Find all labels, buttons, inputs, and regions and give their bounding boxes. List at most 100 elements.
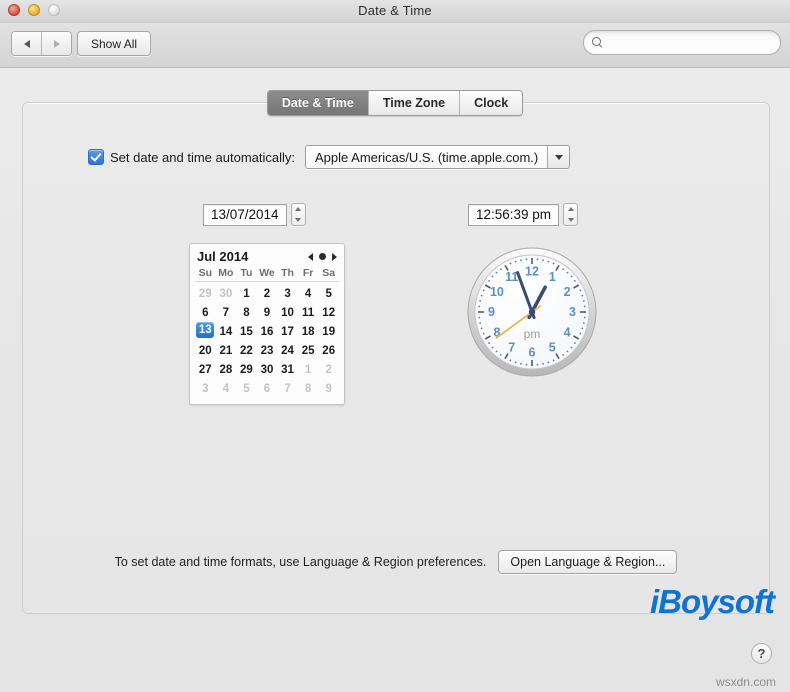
calendar-day[interactable]: 20 (195, 341, 216, 360)
analog-clock-face: 12 1234567891011pm (467, 247, 597, 377)
date-input[interactable]: 13/07/2014 (203, 203, 287, 226)
clock-minute-dot (479, 300, 482, 302)
clock-numeral-9: 9 (488, 305, 495, 319)
calendar-day-headers: Su Mo Tu We Th Fr Sa (195, 267, 339, 282)
calendar-day[interactable]: 30 (257, 360, 278, 379)
calendar-day[interactable]: 1 (298, 360, 319, 379)
time-server-dropdown[interactable]: Apple Americas/U.S. (time.apple.com.) (305, 145, 571, 169)
show-all-button[interactable]: Show All (77, 31, 152, 56)
calendar-day[interactable]: 6 (257, 379, 278, 398)
forward-button[interactable] (41, 32, 71, 55)
calendar-day[interactable]: 10 (277, 303, 298, 322)
calendar-day[interactable]: 6 (195, 303, 216, 322)
tab-clock[interactable]: Clock (459, 91, 523, 115)
calendar-day[interactable]: 14 (216, 322, 237, 341)
time-input[interactable]: 12:56:39 pm (468, 203, 560, 226)
calendar-day[interactable]: 5 (236, 379, 257, 398)
set-automatically-label: Set date and time automatically: (110, 149, 295, 165)
calendar-day[interactable]: 23 (257, 341, 278, 360)
calendar-day[interactable]: 7 (216, 303, 237, 322)
clock-minute-dot (566, 350, 569, 353)
date-stepper[interactable] (290, 203, 306, 226)
clock-minute-dot (542, 259, 544, 262)
clock-minute-dot (520, 362, 522, 365)
calendar-day[interactable]: 1 (236, 284, 257, 303)
calendar-day-selected[interactable]: 13 (196, 322, 215, 338)
stepper-up-icon[interactable] (295, 207, 302, 212)
calendar-day[interactable]: 24 (277, 341, 298, 360)
stepper-down-icon[interactable] (567, 217, 574, 222)
triangle-right-icon (53, 39, 60, 48)
calendar-day-header: Fr (302, 267, 314, 279)
calendar-day[interactable]: 21 (216, 341, 237, 360)
calendar-day[interactable]: 22 (236, 341, 257, 360)
calendar-day[interactable]: 4 (216, 379, 237, 398)
time-stepper[interactable] (563, 203, 579, 226)
calendar-day[interactable]: 29 (195, 284, 216, 303)
clock-minute-dot (562, 353, 565, 356)
calendar-widget[interactable]: Jul 2014 Su Mo Tu We Th Fr Sa 29 30 1 2 3 4 5 6… (189, 243, 345, 405)
calendar-day[interactable]: 19 (318, 322, 339, 341)
clock-minute-dot (536, 363, 539, 366)
brand-watermark: iBoysoft (650, 583, 775, 620)
back-button[interactable] (12, 32, 41, 55)
clock-minute-dot (573, 342, 576, 345)
clock-minute-dot (482, 332, 485, 335)
clock-minute-dot (499, 353, 502, 356)
clock-minute-dot (478, 305, 481, 308)
calendar-day[interactable]: 5 (318, 284, 339, 303)
clock-minute-dot (536, 258, 539, 261)
stepper-up-icon[interactable] (567, 207, 574, 212)
calendar-day[interactable]: 3 (195, 379, 216, 398)
clock-minute-dot (509, 262, 512, 265)
window-title: Date & Time (358, 3, 432, 18)
calendar-day[interactable]: 15 (236, 322, 257, 341)
calendar-day[interactable]: 25 (298, 341, 319, 360)
stepper-down-icon[interactable] (295, 217, 302, 222)
calendar-day[interactable]: 17 (277, 322, 298, 341)
time-server-dropdown-button[interactable] (547, 146, 570, 168)
calendar-day[interactable]: 29 (236, 360, 257, 379)
search-field[interactable] (583, 30, 781, 55)
search-input[interactable] (608, 34, 762, 51)
clock-minute-dot (552, 262, 555, 265)
calendar-day[interactable]: 26 (318, 341, 339, 360)
calendar-day[interactable]: 8 (236, 303, 257, 322)
help-button[interactable]: ? (751, 643, 772, 664)
tab-date-time[interactable]: Date & Time (267, 91, 368, 115)
calendar-day[interactable]: 8 (298, 379, 319, 398)
calendar-day[interactable]: 2 (318, 360, 339, 379)
calendar-day[interactable]: 16 (257, 322, 278, 341)
calendar-day[interactable]: 18 (298, 322, 319, 341)
clock-minute-dot (579, 289, 582, 292)
calendar-day[interactable]: 27 (195, 360, 216, 379)
calendar-day[interactable]: 30 (216, 284, 237, 303)
calendar-day[interactable]: 7 (277, 379, 298, 398)
triangle-right-icon[interactable] (332, 252, 337, 261)
open-language-region-button[interactable]: Open Language & Region... (498, 550, 678, 574)
calendar-day[interactable]: 9 (257, 303, 278, 322)
date-time-preferences-window: Date & Time Show All Date & Time Time Zo… (0, 0, 790, 692)
clock-minute-dot (514, 260, 517, 263)
tab-time-zone[interactable]: Time Zone (367, 91, 460, 115)
format-note: To set date and time formats, use Langua… (114, 555, 487, 569)
clock-minute-dot (581, 294, 584, 297)
content-panel: Set date and time automatically: Apple A… (22, 102, 770, 614)
calendar-day[interactable]: 31 (277, 360, 298, 379)
clock-minute-dot (525, 258, 528, 261)
calendar-day[interactable]: 12 (318, 303, 339, 322)
calendar-day[interactable]: 9 (318, 379, 339, 398)
clock-numeral-3: 3 (569, 305, 576, 319)
calendar-day[interactable]: 3 (277, 284, 298, 303)
calendar-day[interactable]: 4 (298, 284, 319, 303)
calendar-day-header: Th (281, 267, 294, 279)
clock-numeral-6: 6 (529, 346, 536, 360)
clock-numeral-10: 10 (490, 285, 504, 299)
calendar-day[interactable]: 2 (257, 284, 278, 303)
triangle-left-icon[interactable] (308, 252, 313, 261)
calendar-day-header: Tu (240, 267, 253, 279)
calendar-day[interactable]: 28 (216, 360, 237, 379)
calendar-day[interactable]: 11 (298, 303, 319, 322)
dot-icon[interactable] (319, 253, 326, 260)
set-automatically-checkbox[interactable] (88, 149, 104, 165)
